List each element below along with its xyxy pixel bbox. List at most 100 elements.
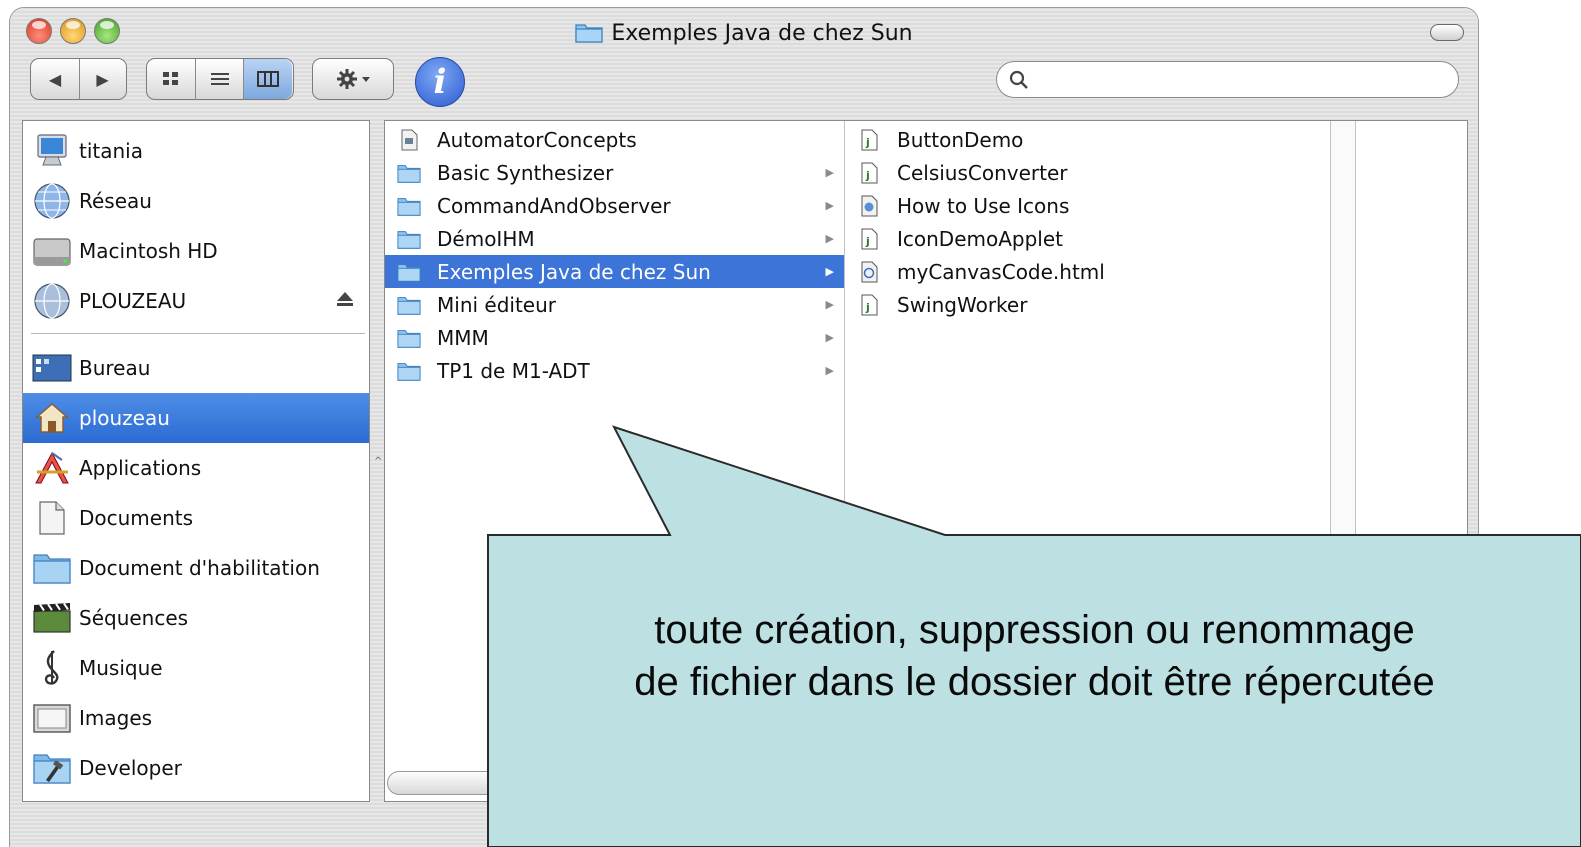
folder-icon [31,547,73,589]
list-item[interactable]: How to Use Icons [845,189,1330,222]
disclosure-arrow-icon: ▶ [825,298,834,311]
disclosure-arrow-icon: ▶ [825,331,834,344]
sidebar-item-reseau[interactable]: Réseau [23,176,369,226]
get-info-button[interactable]: i [415,57,465,107]
folder-icon [397,227,421,251]
toolbar-toggle-button[interactable] [1430,24,1464,41]
list-item[interactable]: myCanvasCode.html [845,255,1330,288]
disclosure-arrow-icon: ▶ [825,265,834,278]
horizontal-scrollbar[interactable] [387,771,497,795]
movies-icon [31,597,73,639]
action-menu-button[interactable] [312,58,394,100]
list-item[interactable]: Basic Synthesizer ▶ [385,156,844,189]
forward-arrow-icon: ▶ [96,69,109,89]
list-item[interactable]: j ButtonDemo [845,123,1330,156]
folder-icon [397,326,421,350]
folder-icon [397,359,421,383]
disclosure-arrow-icon: ▶ [825,364,834,377]
callout-line-2: de fichier dans le dossier doit être rép… [634,660,1435,704]
callout-line-1: toute création, suppression ou renommage [654,608,1415,652]
list-item[interactable]: j SwingWorker [845,288,1330,321]
sidebar-item-plouzeau[interactable]: plouzeau [23,393,369,443]
sidebar-item-label: Bureau [79,356,151,380]
svg-text:j: j [865,136,870,149]
sidebar-item-label: Document d'habilitation [79,556,320,580]
folder-icon [397,293,421,317]
sidebar-item-bureau[interactable]: Bureau [23,343,369,393]
list-item[interactable]: j IconDemoApplet [845,222,1330,255]
list-item[interactable]: DémoIHM ▶ [385,222,844,255]
hard-drive-icon [31,230,73,272]
folder-icon [397,260,421,284]
sidebar-item-musique[interactable]: Musique [23,643,369,693]
list-item-label: How to Use Icons [897,193,1070,218]
back-button[interactable]: ◀ [31,59,79,99]
callout-text: toute création, suppression ou renommage… [488,604,1581,708]
disclosure-arrow-icon: ▶ [825,199,834,212]
document-icon [397,128,421,152]
desktop-icon [31,347,73,389]
sidebar-item-images[interactable]: Images [23,693,369,743]
sidebar-splitter-handle[interactable]: ^ [374,456,382,468]
search-input[interactable] [1037,67,1441,93]
svg-text:j: j [865,169,870,182]
forward-button[interactable]: ▶ [79,59,125,99]
java-file-icon: j [857,227,881,251]
disclosure-arrow-icon: ▶ [825,232,834,245]
column-view-button[interactable] [243,59,292,99]
list-item-label: IconDemoApplet [897,226,1064,251]
list-item[interactable]: TP1 de M1-ADT ▶ [385,354,844,387]
list-item[interactable]: j CelsiusConverter [845,156,1330,189]
sidebar-item-titania[interactable]: titania [23,126,369,176]
pictures-icon [31,697,73,739]
list-item-label: CelsiusConverter [897,160,1068,185]
action-button-inner [313,59,393,99]
sidebar-item-macintosh-hd[interactable]: Macintosh HD [23,226,369,276]
sidebar-item-label: PLOUZEAU [79,289,187,313]
list-item-label: MMM [437,325,489,350]
sidebar-item-label: Developer [79,756,182,780]
sidebar-item-label: Images [79,706,153,730]
list-item-label: TP1 de M1-ADT [437,358,590,383]
folder-icon [397,194,421,218]
developer-folder-icon [31,747,73,789]
list-item-label: myCanvasCode.html [897,259,1105,284]
list-item-label: Basic Synthesizer [437,160,614,185]
sidebar-item-developer[interactable]: Developer [23,743,369,793]
sidebar-item-label: titania [79,139,143,163]
sidebar-item-label: Macintosh HD [79,239,218,263]
sidebar: titania Réseau Macintosh HD PLOUZEAU Bur… [22,120,370,802]
list-view-button[interactable] [195,59,243,99]
icon-view-icon [163,72,178,85]
list-item-selected[interactable]: Exemples Java de chez Sun ▶ [385,255,844,288]
list-item[interactable]: Mini éditeur ▶ [385,288,844,321]
sidebar-item-label: Réseau [79,189,152,213]
folder-icon [575,21,603,49]
list-item-label: Mini éditeur [437,292,557,317]
back-forward-group: ◀ ▶ [30,58,127,100]
list-view-icon [210,73,229,85]
java-file-icon: j [857,128,881,152]
list-item-label: CommandAndObserver [437,193,671,218]
window-title-text: Exemples Java de chez Sun [611,21,913,46]
documents-icon [31,497,73,539]
list-item-label: AutomatorConcepts [437,127,637,152]
java-file-icon: j [857,161,881,185]
home-icon [31,397,73,439]
folder-icon [397,161,421,185]
eject-icon[interactable] [335,290,355,308]
title-bar[interactable]: Exemples Java de chez Sun [10,8,1478,50]
sidebar-item-documents[interactable]: Documents [23,493,369,543]
icon-view-button[interactable] [147,59,195,99]
search-field[interactable] [996,61,1459,98]
list-item[interactable]: AutomatorConcepts [385,123,844,156]
sidebar-item-plouzeau-volume[interactable]: PLOUZEAU [23,276,369,326]
sidebar-item-applications[interactable]: Applications [23,443,369,493]
sidebar-item-sequences[interactable]: Séquences [23,593,369,643]
window-title: Exemples Java de chez Sun [10,21,1478,49]
list-item[interactable]: CommandAndObserver ▶ [385,189,844,222]
list-item[interactable]: MMM ▶ [385,321,844,354]
sidebar-item-document-habilitation[interactable]: Document d'habilitation [23,543,369,593]
java-file-icon: j [857,293,881,317]
network-volume-icon [31,280,73,322]
